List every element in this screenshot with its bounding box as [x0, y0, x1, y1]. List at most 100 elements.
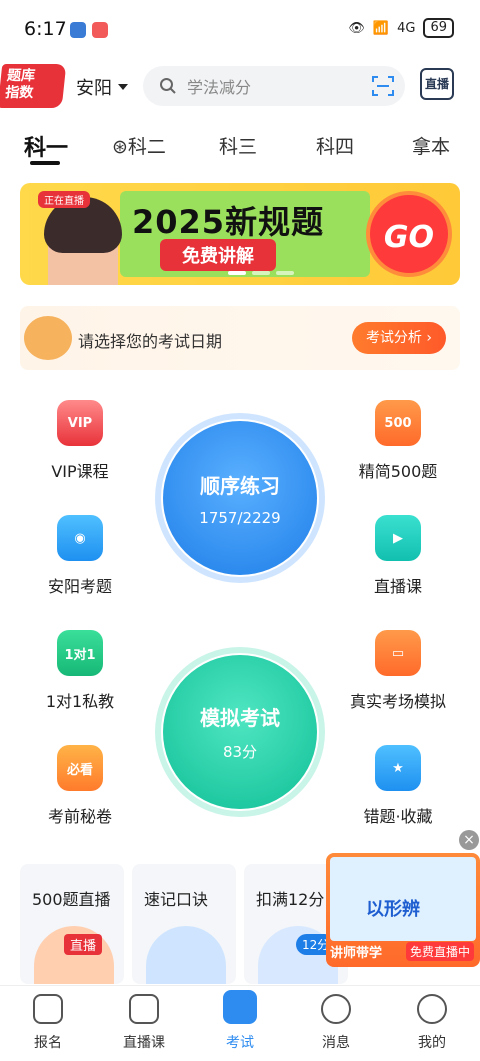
signup-icon [33, 994, 63, 1024]
nav-profile[interactable]: 我的 [384, 994, 480, 1052]
grid-item-real-exam-sim[interactable]: ▭ 真实考场模拟 [338, 630, 458, 712]
grid-item-500[interactable]: 500 精简500题 [338, 400, 458, 482]
nav-exam[interactable]: 考试 [192, 990, 288, 1052]
500-icon: 500 [375, 400, 421, 446]
grid-item-secret-paper[interactable]: 必看 考前秘卷 [20, 745, 140, 827]
grid-label: 真实考场模拟 [349, 692, 446, 711]
tab-license[interactable]: 拿本 [412, 132, 450, 159]
eye-icon: 👁 [348, 20, 365, 36]
grid-label: 错题·收藏 [363, 807, 433, 826]
location-icon: ◉ [57, 515, 103, 561]
grid-label: VIP课程 [51, 462, 109, 481]
question-bank-logo[interactable]: 题库 指数 [0, 64, 67, 108]
card-500-live[interactable]: 500题直播 直播 [20, 864, 124, 984]
nav-label: 直播课 [123, 1035, 165, 1051]
monitor-icon: ▭ [375, 630, 421, 676]
banner-title: 2025新规题 [132, 203, 325, 241]
banner-go-button[interactable]: GO [366, 191, 452, 277]
card-illustration [146, 926, 226, 984]
status-bar: 6:17 👁 📶 4G 69 [0, 0, 480, 58]
promo-banner[interactable]: 正在直播 2025新规题 免费讲解 GO [20, 183, 460, 285]
search-placeholder: 学法减分 [187, 78, 252, 97]
mock-ring [155, 647, 325, 817]
practice-title: 顺序练习 [200, 473, 280, 498]
card-title: 速记口诀 [144, 890, 209, 909]
message-icon [321, 994, 351, 1024]
mock-score: 83分 [222, 743, 258, 761]
status-time: 6:17 [24, 18, 67, 40]
nav-label: 考试 [226, 1035, 254, 1051]
grid-label: 1对1私教 [45, 692, 115, 711]
bottom-navigation: 报名 直播课 考试 消息 我的 [0, 985, 480, 1061]
grid-item-private-tutor[interactable]: 1对1 1对1私教 [20, 630, 140, 712]
search-bar[interactable]: 学法减分 [143, 66, 405, 106]
grid-item-local-exam[interactable]: ◉ 安阳考题 [20, 515, 140, 597]
practice-progress: 1757/2229 [199, 508, 281, 527]
video-icon: ▶ [375, 515, 421, 561]
app-notification-icon-2 [92, 22, 108, 38]
pagination-dot [252, 271, 270, 275]
exam-icon [223, 990, 257, 1024]
network-label: 4G [397, 20, 416, 36]
vip-icon: VIP [57, 400, 103, 446]
banner-subtitle: 免费讲解 [160, 239, 276, 271]
grid-item-vip[interactable]: VIP VIP课程 [20, 400, 140, 482]
banner-pagination [228, 271, 294, 275]
battery-icon: 69 [423, 18, 454, 38]
app-notification-icon [70, 22, 86, 38]
exam-analysis-button[interactable]: 考试分析 › [351, 322, 446, 354]
banner-illustration [44, 197, 122, 285]
sequential-practice-button[interactable]: 顺序练习 1757/2229 [155, 413, 325, 583]
nav-messages[interactable]: 消息 [288, 994, 384, 1052]
search-icon [160, 78, 176, 94]
mock-title: 模拟考试 [200, 706, 280, 730]
close-icon[interactable]: × [459, 830, 479, 850]
nav-label: 消息 [322, 1035, 350, 1051]
tab-subject-3[interactable]: 科三 [219, 132, 257, 159]
exam-date-prompt: 请选择您的考试日期 [78, 332, 223, 351]
teacher-label: 讲师带学 [330, 946, 383, 961]
nav-live-course[interactable]: 直播课 [96, 994, 192, 1052]
tutor-icon: 1对1 [57, 630, 103, 676]
caret-down-icon [118, 84, 128, 90]
tab-subject-1[interactable]: 科一 [24, 130, 68, 162]
floating-live-video[interactable]: 以形辨 讲师带学 免费直播中 [326, 853, 480, 967]
live-tv-button[interactable]: 直播 [420, 68, 454, 100]
logo-text-2: 指数 [4, 85, 35, 101]
grid-label: 考前秘卷 [47, 807, 112, 826]
exam-date-bar[interactable]: 请选择您的考试日期 考试分析 › [20, 306, 460, 370]
calendar-icon [24, 316, 72, 360]
grid-label: 安阳考题 [47, 577, 112, 596]
city-selector[interactable]: 安阳 [76, 74, 128, 100]
free-live-label: 免费直播中 [405, 942, 474, 961]
pagination-dot [276, 271, 294, 275]
profile-icon [417, 994, 447, 1024]
wifi-icon: 📶 [372, 20, 390, 36]
city-label: 安阳 [76, 78, 112, 99]
nav-signup[interactable]: 报名 [0, 994, 96, 1052]
live-video-text: 以形辨 [366, 899, 420, 920]
card-title: 500题直播 [32, 890, 111, 909]
steering-wheel-icon: ⊛ [112, 136, 128, 158]
tab-subject-2-label: 科二 [127, 136, 166, 158]
bookmark-icon: ★ [375, 745, 421, 791]
grid-label: 直播课 [373, 577, 422, 596]
tab-subject-2[interactable]: ⊛科二 [112, 132, 166, 159]
subject-tabs: 科一 ⊛科二 科三 科四 拿本 [0, 126, 480, 166]
mock-exam-button[interactable]: 模拟考试 83分 [155, 647, 325, 817]
nav-label: 我的 [418, 1035, 446, 1051]
tab-active-indicator [30, 161, 60, 165]
tab-subject-4[interactable]: 科四 [316, 132, 354, 159]
tv-icon [129, 994, 159, 1024]
card-title: 扣满12分 [256, 890, 325, 909]
scan-icon[interactable] [371, 74, 395, 98]
live-video-screen: 以形辨 [330, 857, 476, 941]
grid-item-live-course[interactable]: ▶ 直播课 [338, 515, 458, 597]
card-live-badge: 直播 [64, 934, 103, 955]
grid-label: 精简500题 [358, 462, 438, 481]
card-mnemonics[interactable]: 速记口诀 [132, 864, 236, 984]
banner-live-tag: 正在直播 [38, 191, 90, 208]
status-icons: 👁 📶 4G 69 [348, 18, 454, 38]
exam-paper-icon: 必看 [57, 745, 103, 791]
grid-item-wrong-favorites[interactable]: ★ 错题·收藏 [338, 745, 458, 827]
